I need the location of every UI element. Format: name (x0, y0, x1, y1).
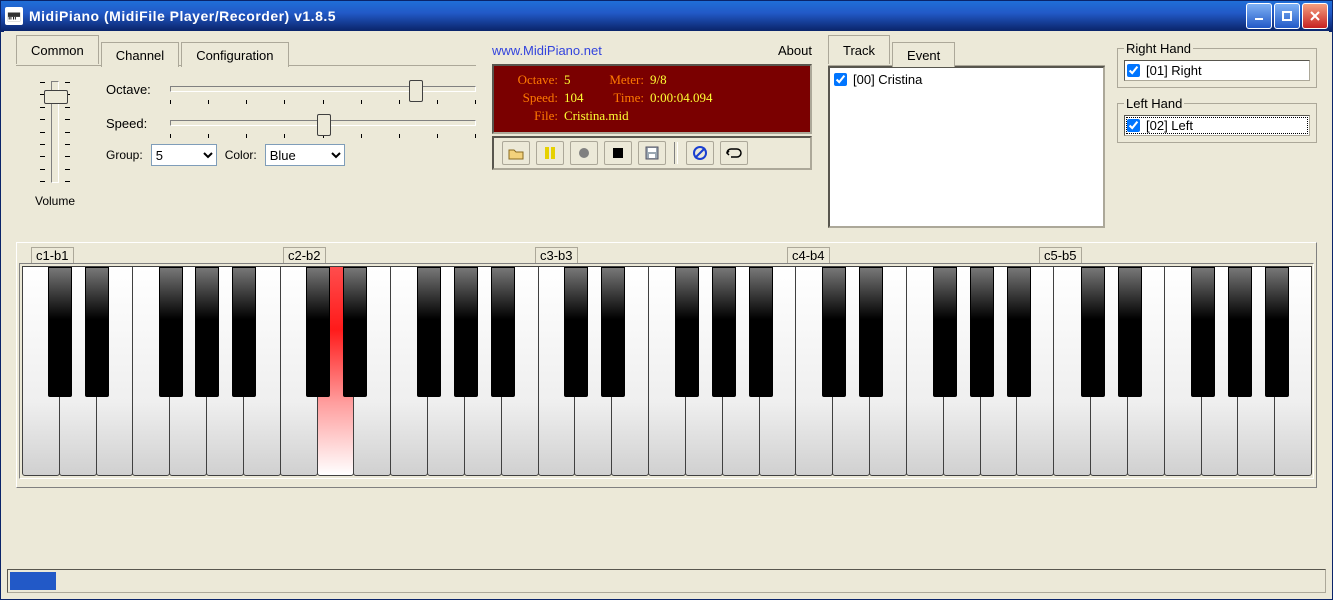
speed-slider[interactable] (170, 110, 476, 136)
octave-label-5: c5-b5 (1039, 247, 1082, 263)
black-key[interactable] (195, 267, 219, 397)
black-key[interactable] (1081, 267, 1105, 397)
black-key[interactable] (675, 267, 699, 397)
black-key[interactable] (564, 267, 588, 397)
octave-label: Octave: (106, 82, 170, 97)
reset-button[interactable] (686, 141, 714, 165)
black-key[interactable] (712, 267, 736, 397)
save-button[interactable] (638, 141, 666, 165)
display-meter-label: Meter: (598, 72, 644, 88)
volume-slider[interactable] (32, 76, 78, 188)
track-list[interactable]: [00] Cristina (828, 66, 1105, 228)
black-key[interactable] (343, 267, 367, 397)
left-hand-label: [02] Left (1146, 118, 1193, 133)
black-key[interactable] (48, 267, 72, 397)
minimize-button[interactable] (1246, 3, 1272, 29)
client-area: Common Channel Configuration Vol (4, 31, 1329, 596)
window-title: MidiPiano (MidiFile Player/Recorder) v1.… (29, 8, 1246, 24)
track-checkbox[interactable] (834, 73, 847, 86)
right-hand-group: Right Hand [01] Right (1117, 41, 1317, 88)
group-select[interactable]: 5 (151, 144, 217, 166)
display-file-label: File: (502, 108, 558, 124)
piano-keyboard[interactable] (19, 263, 1314, 479)
volume-label: Volume (16, 194, 94, 208)
black-key[interactable] (232, 267, 256, 397)
octave-label-1: c1-b1 (31, 247, 74, 263)
black-key[interactable] (454, 267, 478, 397)
octave-labels: c1-b1 c2-b2 c3-b3 c4-b4 c5-b5 (19, 245, 1314, 261)
black-key[interactable] (159, 267, 183, 397)
left-hand-legend: Left Hand (1124, 96, 1184, 111)
display-time-value: 0:00:04.094 (650, 90, 712, 106)
maximize-button[interactable] (1274, 3, 1300, 29)
black-key[interactable] (306, 267, 330, 397)
black-key[interactable] (1118, 267, 1142, 397)
piano-panel: c1-b1 c2-b2 c3-b3 c4-b4 c5-b5 (16, 242, 1317, 488)
record-button[interactable] (570, 141, 598, 165)
octave-label-4: c4-b4 (787, 247, 830, 263)
display-octave-label: Octave: (502, 72, 558, 88)
display-file-value: Cristina.mid (564, 108, 629, 124)
black-key[interactable] (417, 267, 441, 397)
settings-tabstrip: Common Channel Configuration (16, 41, 476, 66)
group-label: Group: (106, 148, 143, 162)
display-octave-value: 5 (564, 72, 592, 88)
tab-common[interactable]: Common (16, 35, 99, 64)
website-link[interactable]: www.MidiPiano.net (492, 43, 602, 58)
octave-label-3: c3-b3 (535, 247, 578, 263)
toolbar-separator (674, 142, 678, 164)
track-item: [00] Cristina (834, 72, 1099, 87)
black-key[interactable] (1265, 267, 1289, 397)
left-hand-item: [02] Left (1127, 118, 1307, 133)
color-label: Color: (225, 148, 257, 162)
right-hand-legend: Right Hand (1124, 41, 1193, 56)
display-speed-label: Speed: (502, 90, 558, 106)
right-hand-item: [01] Right (1127, 63, 1307, 78)
color-select[interactable]: Blue (265, 144, 345, 166)
pause-button[interactable] (536, 141, 564, 165)
tab-track[interactable]: Track (828, 35, 890, 64)
transport-toolbar (492, 136, 812, 170)
left-hand-group: Left Hand [02] Left (1117, 96, 1317, 143)
black-key[interactable] (1007, 267, 1031, 397)
open-button[interactable] (502, 141, 530, 165)
right-hand-label: [01] Right (1146, 63, 1202, 78)
display-panel: Octave: 5 Meter: 9/8 Speed: 104 Time: 0:… (492, 64, 812, 134)
black-key[interactable] (933, 267, 957, 397)
titlebar[interactable]: MidiPiano (MidiFile Player/Recorder) v1.… (1, 1, 1332, 32)
black-key[interactable] (491, 267, 515, 397)
app-icon (5, 7, 23, 25)
about-link[interactable]: About (778, 43, 812, 58)
black-key[interactable] (1228, 267, 1252, 397)
track-label: [00] Cristina (853, 72, 922, 87)
black-key[interactable] (1191, 267, 1215, 397)
close-button[interactable] (1302, 3, 1328, 29)
black-key[interactable] (85, 267, 109, 397)
application-window: MidiPiano (MidiFile Player/Recorder) v1.… (0, 0, 1333, 600)
tab-event[interactable]: Event (892, 42, 955, 67)
black-key[interactable] (859, 267, 883, 397)
statusbar (7, 569, 1326, 593)
tab-configuration[interactable]: Configuration (181, 42, 288, 67)
octave-slider[interactable] (170, 76, 476, 102)
speed-label: Speed: (106, 116, 170, 131)
black-key[interactable] (970, 267, 994, 397)
right-hand-checkbox[interactable] (1127, 64, 1140, 77)
display-meter-value: 9/8 (650, 72, 667, 88)
display-speed-value: 104 (564, 90, 592, 106)
track-tabstrip: Track Event (828, 41, 1105, 66)
progress-indicator (10, 572, 56, 590)
black-key[interactable] (601, 267, 625, 397)
tab-channel[interactable]: Channel (101, 42, 179, 67)
black-key[interactable] (749, 267, 773, 397)
display-time-label: Time: (598, 90, 644, 106)
black-key[interactable] (822, 267, 846, 397)
stop-button[interactable] (604, 141, 632, 165)
octave-label-2: c2-b2 (283, 247, 326, 263)
loop-button[interactable] (720, 141, 748, 165)
left-hand-checkbox[interactable] (1127, 119, 1140, 132)
